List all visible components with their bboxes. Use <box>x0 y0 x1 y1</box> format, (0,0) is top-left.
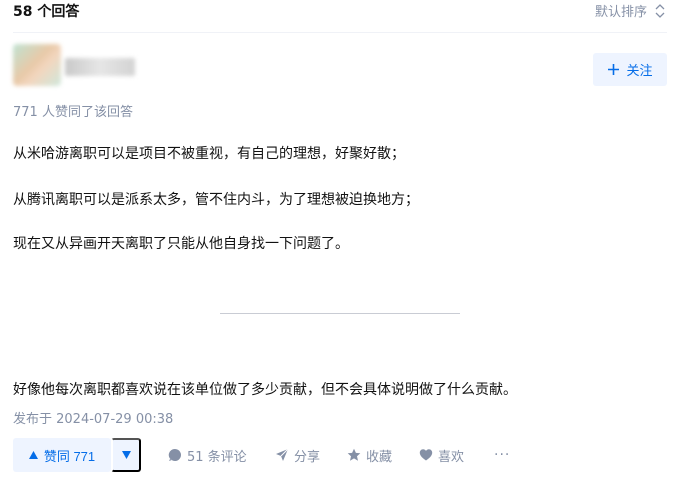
publish-time: 发布于 2024-07-29 00:38 <box>13 412 174 427</box>
like-label: 喜欢 <box>438 449 465 465</box>
comments-label: 51 条评论 <box>187 449 247 465</box>
sort-icon <box>655 3 665 18</box>
author-info <box>13 44 213 88</box>
downvote-button[interactable] <box>111 438 141 472</box>
more-icon: ··· <box>494 447 511 463</box>
comments-button[interactable]: 51 条评论 <box>168 438 247 472</box>
sort-dropdown[interactable]: 默认排序 <box>595 1 665 20</box>
answers-header: 58 个回答 默认排序 <box>0 0 683 22</box>
action-bar: 赞同 771 51 条评论 分享 收藏 喜欢 ··· <box>13 438 673 472</box>
avatar[interactable] <box>13 44 61 86</box>
follow-label: 关注 <box>626 63 653 78</box>
upvote-button[interactable]: 赞同 771 <box>13 438 111 472</box>
comment-icon <box>168 448 181 461</box>
answer-paragraph: 现在又从异画开天离职了只能从他自身找一下问题了。 <box>13 236 349 252</box>
upvote-label: 赞同 771 <box>43 448 96 464</box>
upvote-note: 771 人赞同了该回答 <box>13 105 133 120</box>
plus-icon <box>608 64 620 75</box>
answer-paragraph: 从米哈游离职可以是项目不被重视，有自己的理想，好聚好散； <box>13 146 405 162</box>
collect-label: 收藏 <box>366 449 393 465</box>
upvote-triangle-icon <box>28 451 38 459</box>
star-icon <box>347 448 361 461</box>
more-button[interactable]: ··· <box>494 438 510 472</box>
collect-button[interactable]: 收藏 <box>347 438 392 472</box>
share-label: 分享 <box>294 449 321 465</box>
share-icon <box>276 448 289 461</box>
heart-icon <box>419 449 433 461</box>
downvote-triangle-icon <box>121 451 131 459</box>
content-divider <box>220 313 460 314</box>
answer-paragraph: 从腾讯离职可以是派系太多，管不住内斗，为了理想被迫换地方； <box>13 192 419 208</box>
author-name-blurred[interactable] <box>65 58 135 76</box>
header-divider <box>13 32 667 33</box>
answer-paragraph: 好像他每次离职都喜欢说在该单位做了多少贡献，但不会具体说明做了什么贡献。 <box>13 382 517 398</box>
sort-label: 默认排序 <box>594 5 647 20</box>
follow-button[interactable]: 关注 <box>593 53 667 86</box>
like-button[interactable]: 喜欢 <box>419 438 464 472</box>
answer-count: 58 个回答 <box>13 4 80 20</box>
share-button[interactable]: 分享 <box>275 438 320 472</box>
